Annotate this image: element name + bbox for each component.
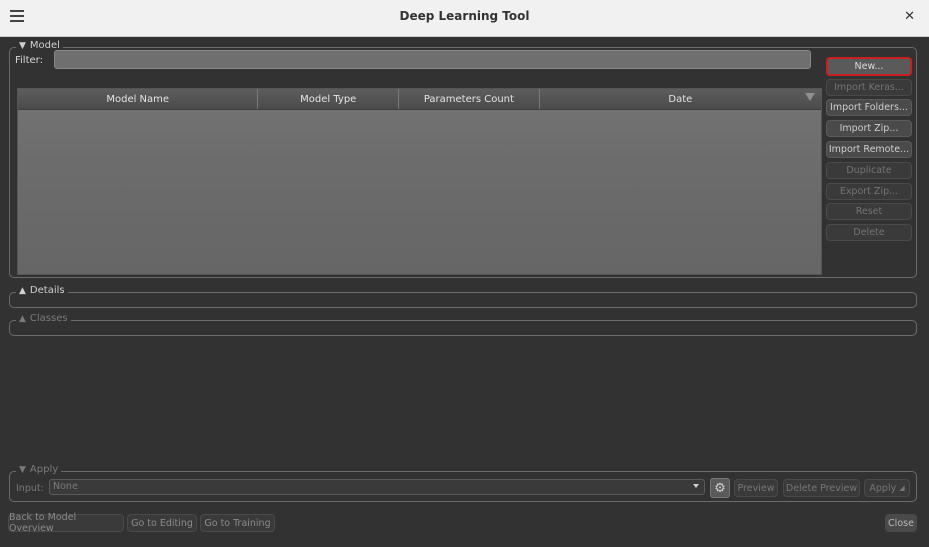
models-table: Model Name Model Type Parameters Count D… (17, 88, 822, 275)
window-title: Deep Learning Tool (399, 9, 530, 23)
close-button[interactable]: Close (885, 514, 917, 532)
import-remote-button[interactable]: Import Remote... (826, 141, 912, 158)
details-group-header[interactable]: ▲ Details (16, 285, 68, 296)
go-to-editing-button[interactable]: Go to Editing (127, 514, 197, 532)
table-header: Model Name Model Type Parameters Count D… (18, 89, 821, 110)
apply-group-title: Apply (29, 464, 59, 475)
back-to-model-overview-button[interactable]: Back to Model Overview (8, 512, 124, 534)
apply-button-label: Apply (869, 482, 897, 494)
delete-button[interactable]: Delete (826, 224, 912, 241)
delete-preview-button[interactable]: Delete Preview (783, 479, 860, 497)
deep-learning-tool-window: Deep Learning Tool ✕ ▼ Model Filter: Mod… (0, 0, 929, 547)
dropdown-arrow-icon: ◢ (899, 484, 905, 492)
apply-button[interactable]: Apply ◢ (864, 479, 910, 497)
expand-arrow-icon: ▲ (19, 313, 26, 324)
details-group: ▲ Details (9, 285, 917, 308)
collapse-arrow-icon: ▼ (19, 464, 26, 475)
preview-button[interactable]: Preview (734, 479, 778, 497)
input-select-value: None (53, 481, 78, 492)
new-button[interactable]: New... (826, 57, 912, 76)
export-zip-button[interactable]: Export Zip... (826, 183, 912, 200)
duplicate-button[interactable]: Duplicate (826, 162, 912, 179)
chevron-down-icon (693, 484, 699, 488)
collapse-arrow-icon: ▼ (19, 40, 26, 51)
filter-input[interactable] (54, 50, 811, 69)
column-header-model-name[interactable]: Model Name (18, 89, 259, 109)
import-keras-button[interactable]: Import Keras... (826, 79, 912, 96)
settings-gear-button[interactable]: ⚙ (710, 478, 730, 498)
classes-group: ▲ Classes (9, 313, 917, 336)
gear-icon: ⚙ (714, 480, 726, 496)
close-icon[interactable]: ✕ (904, 9, 915, 24)
filter-label: Filter: (15, 55, 43, 66)
details-group-title: Details (29, 285, 65, 296)
input-select[interactable]: None (49, 479, 705, 495)
classes-group-title: Classes (29, 313, 68, 324)
import-folders-button[interactable]: Import Folders... (826, 99, 912, 116)
reset-button[interactable]: Reset (826, 203, 912, 220)
column-header-date-label: Date (668, 93, 693, 105)
title-bar: Deep Learning Tool ✕ (0, 0, 929, 37)
classes-group-header[interactable]: ▲ Classes (16, 313, 71, 324)
filter-icon[interactable] (805, 93, 816, 101)
column-header-parameters-count[interactable]: Parameters Count (399, 89, 540, 109)
apply-group-header[interactable]: ▼ Apply (16, 464, 62, 475)
import-zip-button[interactable]: Import Zip... (826, 120, 912, 137)
go-to-training-button[interactable]: Go to Training (200, 514, 275, 532)
input-label: Input: (16, 483, 44, 494)
expand-arrow-icon: ▲ (19, 285, 26, 296)
column-header-model-type[interactable]: Model Type (258, 89, 400, 109)
column-header-date[interactable]: Date (540, 89, 821, 109)
